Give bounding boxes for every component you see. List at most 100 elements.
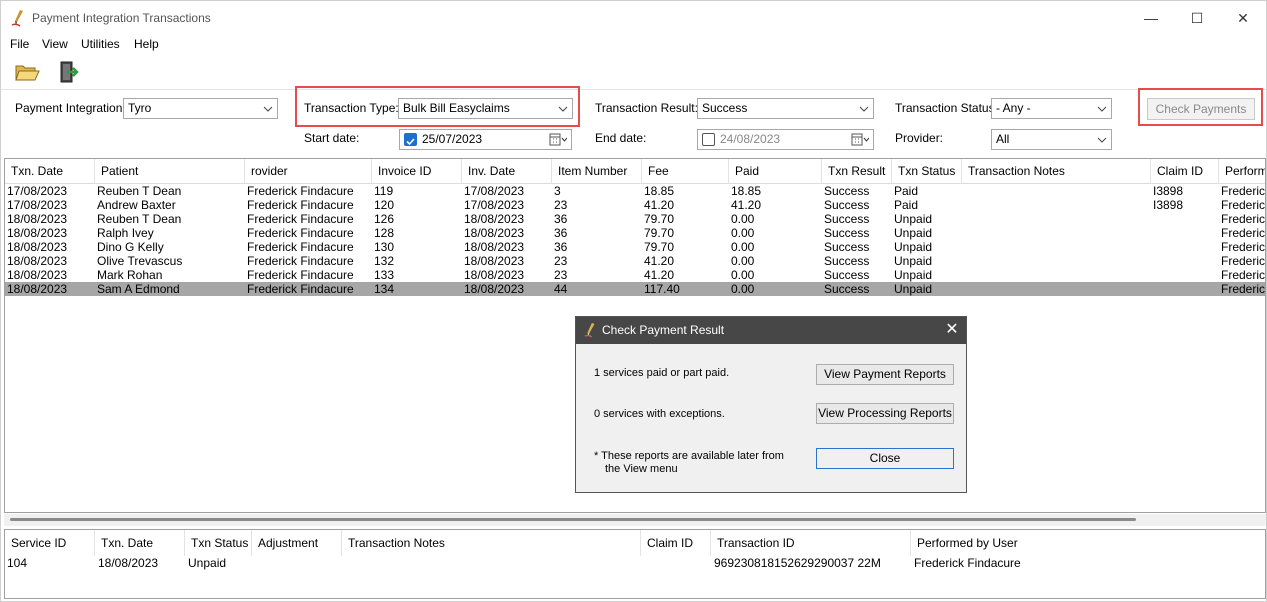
table-cell <box>962 240 1151 254</box>
exit-door-icon[interactable] <box>55 59 83 85</box>
table-cell: 17/08/2023 <box>464 184 525 198</box>
end-date-checkbox[interactable] <box>702 133 715 146</box>
table-cell: 18/08/2023 <box>464 240 525 254</box>
table-row[interactable]: 17/08/2023 Reuben T Dean Frederick Findacu… <box>5 184 1265 198</box>
menu-view[interactable]: View <box>42 37 68 51</box>
table-cell: Success <box>824 184 870 198</box>
menu-help[interactable]: Help <box>134 37 159 51</box>
payment-integration-select[interactable]: Tyro <box>123 98 278 119</box>
table-cell: 23 <box>554 198 568 212</box>
table-row[interactable]: 18/08/2023 Mark Rohan Frederick Findacure 1… <box>5 268 1265 282</box>
table-cell: 0.00 <box>731 268 755 282</box>
table-row[interactable]: 18/08/2023 Ralph Ivey Frederick Findacure 1… <box>5 226 1265 240</box>
table-cell: 79.70 <box>644 240 675 254</box>
dialog-close-icon[interactable]: ✕ <box>940 319 964 341</box>
check-payments-button[interactable]: Check Payments <box>1147 98 1255 120</box>
horizontal-scrollbar[interactable] <box>4 514 1266 526</box>
detail-column-header[interactable]: Transaction Notes <box>342 530 641 556</box>
close-button[interactable]: Close <box>816 448 954 469</box>
transaction-result-select[interactable]: Success <box>697 98 874 119</box>
table-cell: Frederick <box>1221 212 1266 226</box>
check-payment-result-dialog: Check Payment Result ✕ 1 services paid o… <box>575 316 967 493</box>
column-header[interactable]: Txn Result <box>822 159 892 184</box>
transaction-status-label: Transaction Status: <box>895 101 998 115</box>
transaction-type-select[interactable]: Bulk Bill Easyclaims <box>398 98 573 119</box>
table-cell: Frederick <box>1221 240 1266 254</box>
table-cell: 18/08/2023 <box>7 268 68 282</box>
table-cell: 18/08/2023 <box>464 254 525 268</box>
column-header[interactable]: Claim ID <box>1151 159 1219 184</box>
table-cell: Unpaid <box>894 226 933 240</box>
start-date-checkbox[interactable] <box>404 133 417 146</box>
table-cell: Frederick <box>1221 254 1266 268</box>
column-header[interactable]: rovider <box>245 159 372 184</box>
column-header[interactable]: Inv. Date <box>462 159 552 184</box>
table-cell: Frederick <box>1221 282 1266 296</box>
column-header[interactable]: Fee <box>642 159 729 184</box>
provider-value: All <box>996 132 1010 146</box>
detail-column-header[interactable]: Txn. Date <box>95 530 185 556</box>
transaction-type-value: Bulk Bill Easyclaims <box>403 101 510 115</box>
table-row[interactable]: 18/08/2023 Reuben T Dean Frederick Findacu… <box>5 212 1266 226</box>
table-cell <box>962 184 1151 198</box>
menu-file[interactable]: File <box>10 37 29 51</box>
column-header[interactable]: Paid <box>729 159 822 184</box>
main-window: Payment Integration Transactions — ☐ ✕ F… <box>0 0 1267 602</box>
scrollbar-thumb[interactable] <box>10 518 1136 521</box>
view-processing-reports-button[interactable]: View Processing Reports <box>816 403 954 424</box>
calendar-dropdown-icon[interactable] <box>549 133 567 146</box>
grid-header: Txn. Date Patient rovider Invoice ID Inv. Da… <box>5 159 1265 184</box>
detail-column-header[interactable]: Service ID <box>5 530 95 556</box>
detail-cell: 104 <box>7 556 28 570</box>
maximize-button[interactable]: ☐ <box>1174 1 1220 35</box>
view-payment-reports-button[interactable]: View Payment Reports <box>816 364 954 385</box>
detail-column-header[interactable]: Claim ID <box>641 530 711 556</box>
table-cell: Ralph Ivey <box>97 226 154 240</box>
menu-utilities[interactable]: Utilities <box>81 37 120 51</box>
calendar-dropdown-icon[interactable] <box>851 133 869 146</box>
column-header[interactable]: Txn Status <box>892 159 962 184</box>
transaction-status-select[interactable]: - Any - <box>991 98 1112 119</box>
column-header[interactable]: Txn. Date <box>5 159 95 184</box>
column-header[interactable]: Patient <box>95 159 245 184</box>
table-cell: Frederick Findacure <box>247 212 354 226</box>
column-header[interactable]: Performe <box>1219 159 1265 184</box>
table-cell: 18.85 <box>644 184 675 198</box>
table-cell: Unpaid <box>894 212 933 226</box>
detail-grid[interactable]: Service ID Txn. Date Txn Status Adjustment T… <box>4 529 1266 599</box>
close-window-button[interactable]: ✕ <box>1220 1 1266 35</box>
table-row[interactable]: 17/08/2023 Andrew Baxter Frederick Findacu… <box>5 198 1265 212</box>
table-cell: 134 <box>374 282 395 296</box>
minimize-button[interactable]: — <box>1128 1 1174 35</box>
chevron-down-icon <box>1097 106 1107 112</box>
table-cell: 41.20 <box>644 198 675 212</box>
column-header[interactable]: Item Number <box>552 159 642 184</box>
table-cell: Success <box>824 212 870 226</box>
table-cell: 0.00 <box>731 212 755 226</box>
table-cell: Frederick Findacure <box>247 268 354 282</box>
end-date-picker[interactable]: 24/08/2023 <box>697 129 874 150</box>
table-cell <box>962 254 1151 268</box>
folder-open-icon[interactable] <box>13 59 41 85</box>
table-cell: Success <box>824 240 870 254</box>
detail-column-header[interactable]: Txn Status <box>185 530 252 556</box>
table-cell <box>1151 282 1219 296</box>
provider-select[interactable]: All <box>991 129 1112 150</box>
table-cell: Paid <box>894 198 919 212</box>
start-date-picker[interactable]: 25/07/2023 <box>399 129 572 150</box>
table-cell: 79.70 <box>644 212 675 226</box>
table-cell: 0.00 <box>731 254 755 268</box>
table-cell: Frederick Findacure <box>247 198 354 212</box>
table-cell: 17/08/2023 <box>7 198 68 212</box>
detail-column-header[interactable]: Transaction ID <box>711 530 911 556</box>
table-cell: 18.85 <box>731 184 762 198</box>
detail-column-header[interactable]: Adjustment <box>252 530 342 556</box>
detail-column-header[interactable]: Performed by User <box>911 530 1265 556</box>
table-row[interactable]: 18/08/2023 Sam A Edmond Frederick Findacur… <box>5 282 1266 296</box>
table-row[interactable]: 18/08/2023 Olive Trevascus Frederick Finda… <box>5 254 1266 268</box>
column-header[interactable]: Invoice ID <box>372 159 462 184</box>
table-cell: 0.00 <box>731 282 755 296</box>
table-cell: Success <box>824 282 870 296</box>
column-header[interactable]: Transaction Notes <box>962 159 1151 184</box>
table-row[interactable]: 18/08/2023 Dino G Kelly Frederick Findacur… <box>5 240 1266 254</box>
